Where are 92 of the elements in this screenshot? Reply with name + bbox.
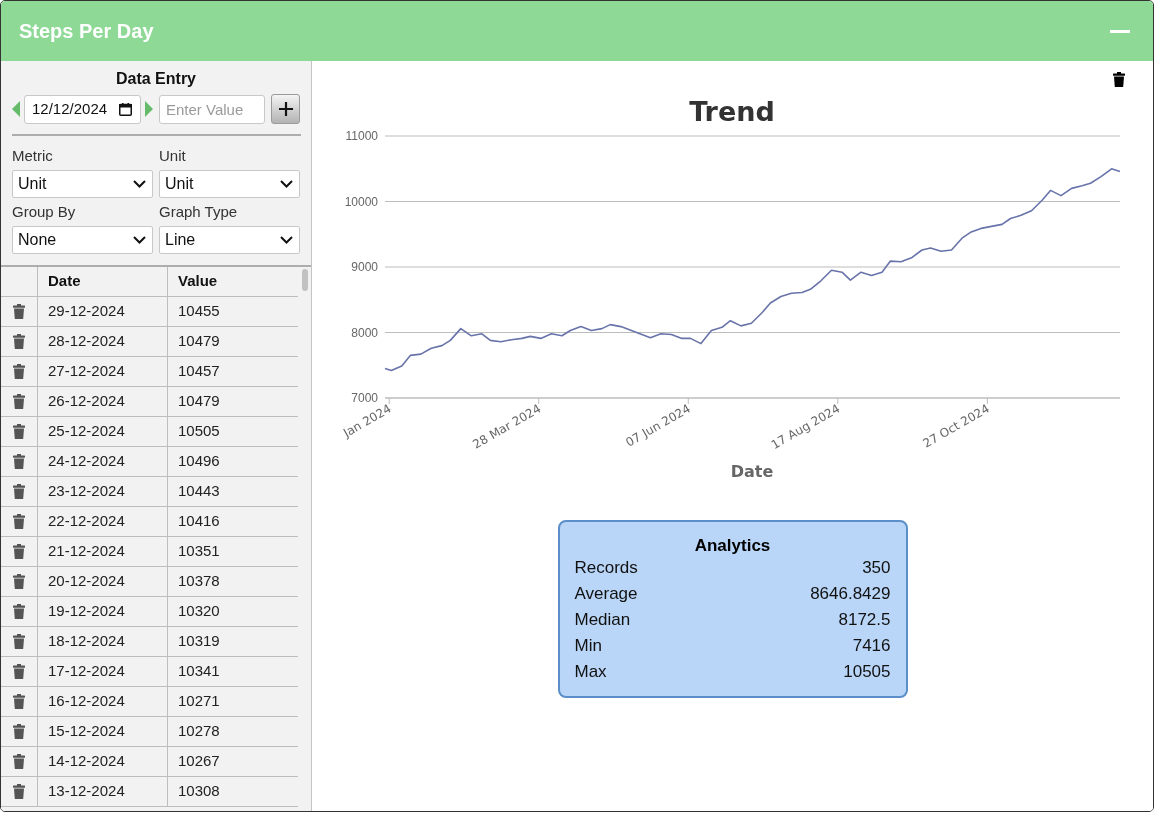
- date-cell-text: 15-12-2024: [48, 721, 125, 742]
- value-field[interactable]: Enter Value: [159, 94, 265, 124]
- trash-icon[interactable]: [13, 634, 25, 649]
- field-label: Group By: [12, 203, 77, 221]
- value-cell-text: 10479: [178, 391, 220, 412]
- stat-value: 8646.8429: [810, 583, 891, 605]
- value-cell-text: 10455: [178, 301, 220, 322]
- date-cell-text: 14-12-2024: [48, 751, 125, 772]
- trash-icon[interactable]: [13, 484, 25, 499]
- value-cell-text: 10271: [178, 691, 220, 712]
- date-cell-text: 20-12-2024: [48, 571, 125, 592]
- stat-label: Records: [574, 557, 638, 579]
- date-cell-text: 22-12-2024: [48, 511, 125, 532]
- section-title: Data Entry: [115, 69, 197, 89]
- chart-title: Trend: [689, 96, 775, 127]
- trash-icon[interactable]: [13, 424, 25, 439]
- trash-icon[interactable]: [13, 604, 25, 619]
- column-header: Value: [178, 271, 218, 292]
- date-cell-text: 18-12-2024: [48, 631, 125, 652]
- stat-label: Median: [574, 609, 631, 631]
- trash-icon[interactable]: [13, 694, 25, 709]
- y-tick-label: 10000: [344, 194, 378, 209]
- value-cell-text: 10351: [178, 541, 220, 562]
- value-cell-text: 10457: [178, 361, 220, 382]
- trash-icon[interactable]: [1113, 72, 1125, 88]
- stat-value: 350: [862, 557, 891, 579]
- stat-label: Min: [574, 635, 602, 657]
- y-tick-label: 8000: [351, 325, 378, 340]
- value-cell-text: 10443: [178, 481, 220, 502]
- value-cell-text: 10416: [178, 511, 220, 532]
- scrollbar-thumb[interactable]: [302, 269, 308, 291]
- trash-icon[interactable]: [13, 754, 25, 769]
- field-label: Metric: [12, 147, 54, 165]
- date-cell-text: 24-12-2024: [48, 451, 125, 472]
- trash-icon[interactable]: [13, 574, 25, 589]
- stat-value: 7416: [852, 635, 891, 657]
- field-label: Unit: [159, 147, 187, 165]
- date-cell-text: 27-12-2024: [48, 361, 125, 382]
- trash-icon[interactable]: [13, 304, 25, 319]
- value-cell-text: 10479: [178, 331, 220, 352]
- chevron-down-icon: [133, 180, 146, 188]
- window-title: Steps Per Day: [19, 19, 154, 43]
- value-cell-text: 10505: [178, 421, 220, 442]
- value-cell-text: 10267: [178, 751, 220, 772]
- date-cell-text: 19-12-2024: [48, 601, 125, 622]
- axis-title: Date: [730, 462, 774, 481]
- plus-icon: [278, 102, 293, 116]
- date-cell-text: 28-12-2024: [48, 331, 125, 352]
- date-cell-text: 21-12-2024: [48, 541, 125, 562]
- date-cell-text: 16-12-2024: [48, 691, 125, 712]
- panel-title: Analytics: [693, 537, 772, 555]
- stat-label: Average: [574, 583, 638, 605]
- field-label: Graph Type: [159, 203, 239, 221]
- chevron-down-icon: [133, 236, 146, 244]
- value-cell-text: 10341: [178, 661, 220, 682]
- trash-icon[interactable]: [13, 544, 25, 559]
- dropdown[interactable]: None: [12, 226, 153, 254]
- trash-icon[interactable]: [13, 514, 25, 529]
- date-cell-text: 25-12-2024: [48, 421, 125, 442]
- value-cell-text: 10378: [178, 571, 220, 592]
- trash-icon[interactable]: [13, 394, 25, 409]
- value-cell-text: 10320: [178, 601, 220, 622]
- chevron-down-icon: [280, 236, 293, 244]
- trash-icon[interactable]: [13, 664, 25, 679]
- trash-icon[interactable]: [13, 784, 25, 799]
- date-cell-text: 26-12-2024: [48, 391, 125, 412]
- value-cell-text: 10496: [178, 451, 220, 472]
- trash-icon[interactable]: [13, 454, 25, 469]
- value-cell-text: 10308: [178, 781, 220, 802]
- date-cell-text: 23-12-2024: [48, 481, 125, 502]
- y-tick-label: 7000: [351, 391, 378, 405]
- trash-icon[interactable]: [13, 334, 25, 349]
- trash-icon[interactable]: [13, 724, 25, 739]
- add-button[interactable]: [271, 94, 300, 124]
- column-header: Date: [48, 271, 81, 292]
- value-cell-text: 10278: [178, 721, 220, 742]
- y-tick-label: 9000: [351, 260, 378, 274]
- date-cell-text: 13-12-2024: [48, 781, 125, 802]
- stat-value: 8172.5: [838, 609, 891, 631]
- date-cell-text: 17-12-2024: [48, 661, 125, 682]
- stat-value: 10505: [843, 661, 891, 683]
- dropdown[interactable]: Unit: [159, 170, 300, 198]
- stat-label: Max: [574, 661, 607, 683]
- calendar-icon[interactable]: [119, 102, 132, 116]
- dropdown[interactable]: Line: [159, 226, 300, 254]
- date-cell-text: 29-12-2024: [48, 301, 125, 322]
- value-cell-text: 10319: [178, 631, 220, 652]
- y-tick-label: 11000: [345, 129, 378, 143]
- trash-icon[interactable]: [13, 364, 25, 379]
- dropdown[interactable]: Unit: [12, 170, 153, 198]
- chevron-down-icon: [280, 180, 293, 188]
- date-field[interactable]: 12/12/2024: [24, 94, 141, 124]
